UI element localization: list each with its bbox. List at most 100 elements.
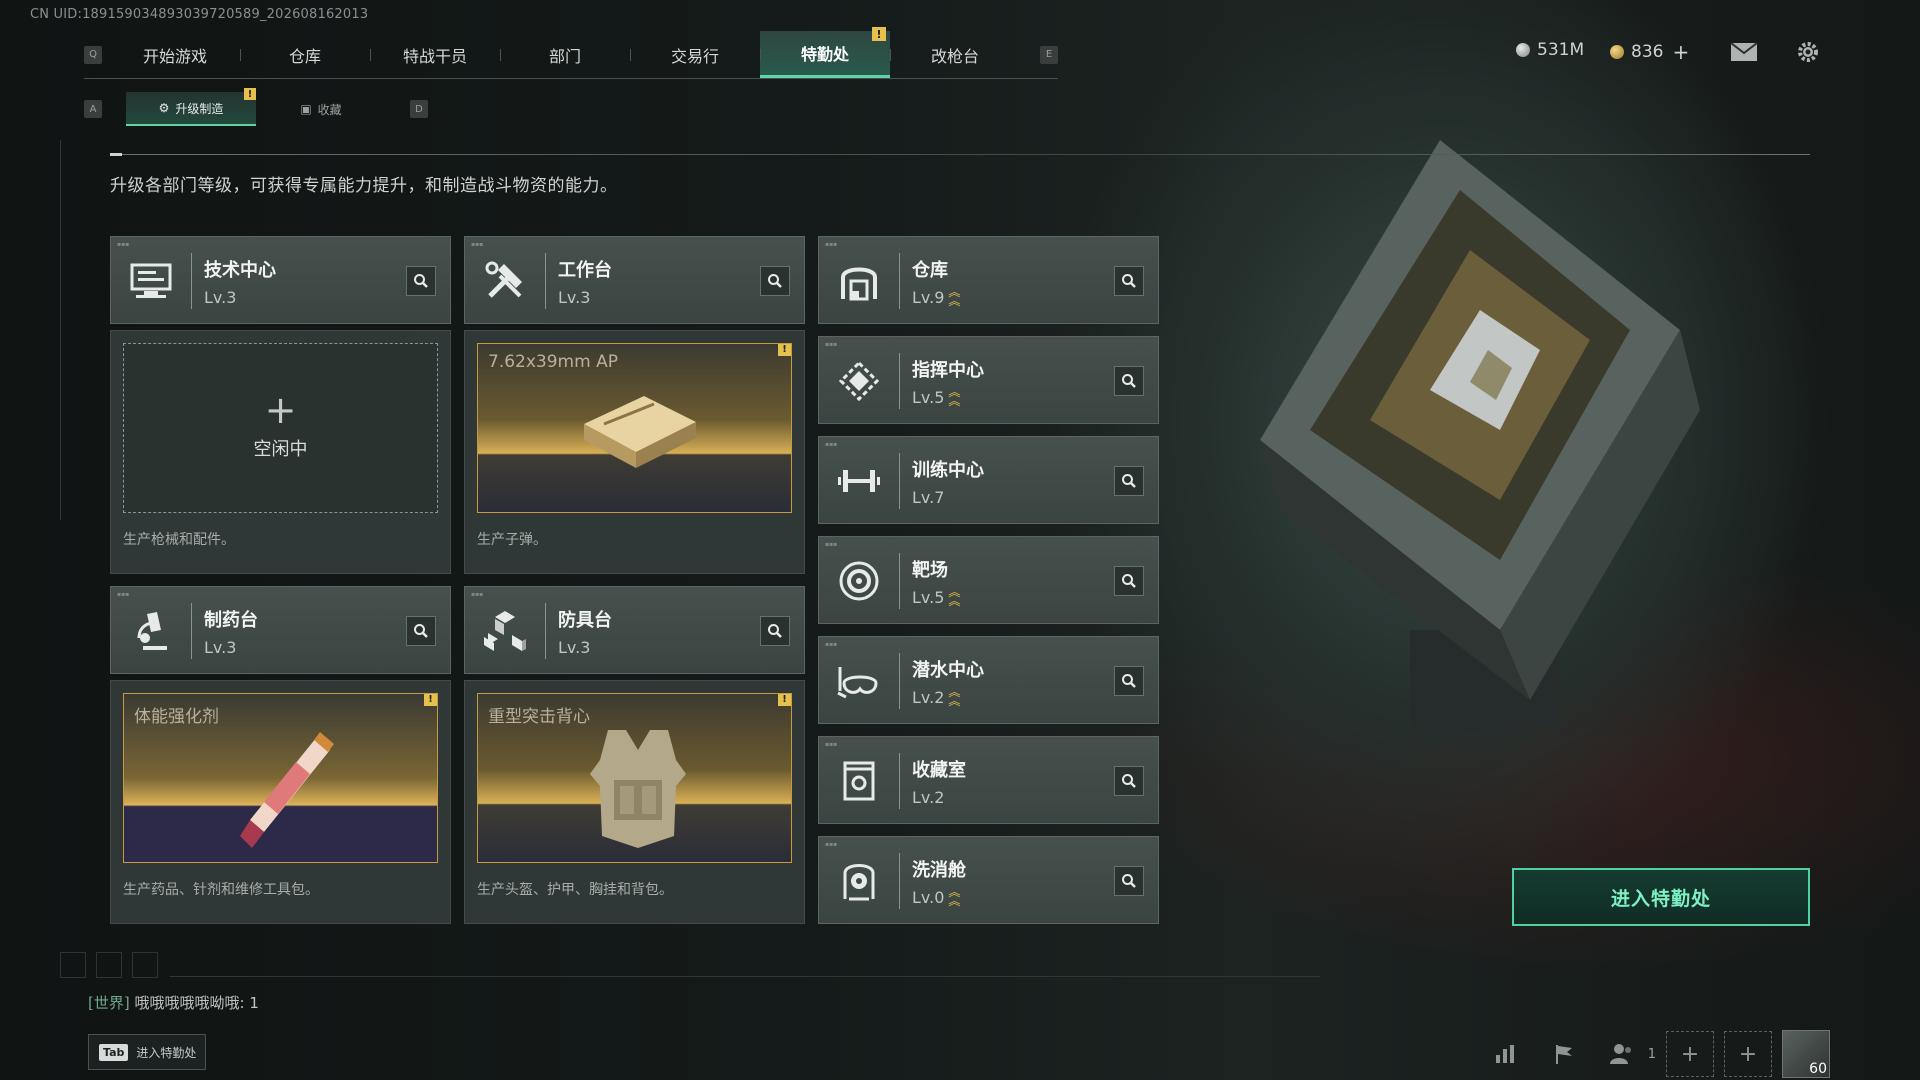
chat-line[interactable]: [世界] 哦哦哦哦哦呦哦: 1	[88, 992, 259, 1013]
search-icon[interactable]	[1114, 366, 1144, 396]
tab-collection-label: 收藏	[317, 102, 342, 117]
collection-icon	[819, 737, 899, 825]
upgrade-available-icon: ︽ ︽	[948, 885, 961, 908]
crafting-item-name: 体能强化剂	[134, 707, 219, 727]
sub-nav: A ⚙ 升级制造 ▣ 收藏 D	[84, 88, 428, 126]
search-icon[interactable]	[1114, 266, 1144, 296]
craft-panel-armor: 重型突击背心 ! 生产头盔、护甲、胸挂和背包。	[464, 680, 805, 924]
module-description: 生产子弹。	[477, 532, 547, 548]
add-slot-icon[interactable]: +	[1724, 1031, 1772, 1077]
ammo-box-icon	[584, 396, 696, 468]
subnav-key-hint-right: D	[410, 100, 428, 118]
command-icon	[819, 337, 899, 425]
facility-card[interactable]: ▪▪▪ 训练中心 Lv.7	[818, 436, 1159, 524]
tab-warehouse[interactable]: 仓库	[240, 31, 370, 78]
search-icon[interactable]	[760, 616, 790, 646]
computer-icon	[111, 237, 191, 325]
tab-trading[interactable]: 交易行	[630, 31, 760, 78]
craft-slot-stim[interactable]: 体能强化剂 !	[123, 693, 438, 863]
stats-chart-icon[interactable]	[1482, 1031, 1530, 1077]
search-icon[interactable]	[1114, 766, 1144, 796]
silver-currency: 531M	[1516, 40, 1584, 60]
alert-flag-icon: !	[778, 694, 791, 706]
module-card-pharmacy[interactable]: ▪▪▪ 制药台 Lv.3	[110, 586, 451, 674]
facility-card[interactable]: ▪▪▪ 收藏室 Lv.2	[818, 736, 1159, 824]
tools-icon	[465, 237, 545, 325]
enter-special-ops-button[interactable]: 进入特勤处	[1512, 868, 1810, 926]
facility-card[interactable]: ▪▪▪ 靶场 Lv.5 ︽ ︽	[818, 536, 1159, 624]
craft-panel-tech-center: + 空闲中 生产枪械和配件。	[110, 330, 451, 574]
silver-amount: 531M	[1537, 40, 1585, 60]
player-level: 60	[1809, 1061, 1827, 1077]
craft-panel-workbench: 7.62x39mm AP ! 生产子弹。	[464, 330, 805, 574]
module-card-tech-center[interactable]: ▪▪▪ 技术中心 Lv.3	[110, 236, 451, 324]
craft-panel-pharmacy: 体能强化剂 ! 生产药品、针剂和维修工具包。	[110, 680, 451, 924]
squad-count: 1	[1647, 1046, 1656, 1062]
dumbbell-icon	[819, 437, 899, 525]
upgrade-available-icon: ︽ ︽	[948, 685, 961, 708]
chat-message: 哦哦哦哦哦呦哦: 1	[134, 994, 259, 1012]
search-icon[interactable]	[406, 616, 436, 646]
module-description: 生产头盔、护甲、胸挂和背包。	[477, 882, 673, 898]
gold-currency[interactable]: 836 +	[1610, 40, 1689, 64]
alert-flag-icon: !	[424, 694, 437, 706]
subnav-key-hint-left: A	[84, 100, 102, 118]
gold-coin-icon	[1610, 45, 1624, 59]
decontamination-icon	[819, 837, 899, 925]
flag-icon[interactable]	[1540, 1031, 1588, 1077]
alert-flag-icon: !	[778, 344, 791, 356]
squad-icon[interactable]	[1598, 1031, 1646, 1077]
decorative-edge-line	[60, 140, 61, 520]
module-card-armor[interactable]: ▪▪▪ 防具台 Lv.3	[464, 586, 805, 674]
player-avatar[interactable]: 60	[1782, 1030, 1830, 1078]
tab-hint-button[interactable]: Tab 进入特勤处	[88, 1034, 206, 1070]
facility-card[interactable]: ▪▪▪ 仓库 Lv.9 ︽ ︽	[818, 236, 1159, 324]
tab-department[interactable]: 部门	[500, 31, 630, 78]
tab-upgrade-craft[interactable]: ⚙ 升级制造	[126, 88, 256, 126]
facility-card[interactable]: ▪▪▪ 洗消舱 Lv.0 ︽ ︽	[818, 836, 1159, 924]
mail-icon[interactable]	[1730, 38, 1758, 66]
storage-icon	[819, 237, 899, 325]
add-plus-icon: +	[264, 388, 297, 432]
tab-special-ops[interactable]: 特勤处	[760, 27, 890, 78]
settings-gear-icon[interactable]	[1794, 38, 1822, 66]
tab-collection[interactable]: ▣ 收藏	[256, 92, 386, 126]
decorative-bottom-line	[170, 976, 1320, 977]
tab-operators[interactable]: 特战干员	[370, 31, 500, 78]
search-icon[interactable]	[406, 266, 436, 296]
tab-upgrade-craft-label: 升级制造	[175, 101, 224, 116]
upgrade-gear-icon: ⚙	[158, 101, 170, 115]
add-currency-icon[interactable]: +	[1672, 40, 1689, 64]
craft-slot-ammo[interactable]: 7.62x39mm AP !	[477, 343, 792, 513]
tab-gunsmith[interactable]: 改枪台	[890, 31, 1020, 78]
crafting-item-name: 7.62x39mm AP	[488, 352, 618, 372]
bottom-toolbar: 1 + + 60	[1482, 1030, 1830, 1078]
search-icon[interactable]	[760, 266, 790, 296]
header-divider	[110, 153, 1810, 156]
collection-small-icon: ▣	[300, 102, 312, 116]
facility-card[interactable]: ▪▪▪ 指挥中心 Lv.5 ︽ ︽	[818, 336, 1159, 424]
module-description: 生产枪械和配件。	[123, 532, 235, 548]
search-icon[interactable]	[1114, 466, 1144, 496]
tab-key-label: Tab	[99, 1043, 129, 1061]
search-icon[interactable]	[1114, 566, 1144, 596]
upgrade-available-icon: ︽ ︽	[948, 385, 961, 408]
silver-coin-icon	[1516, 43, 1530, 57]
module-card-workbench[interactable]: ▪▪▪ 工作台 Lv.3	[464, 236, 805, 324]
gold-amount: 836	[1631, 42, 1664, 62]
craft-slot-empty[interactable]: + 空闲中	[123, 343, 438, 513]
add-slot-icon[interactable]: +	[1666, 1031, 1714, 1077]
crafting-item-name: 重型突击背心	[488, 707, 590, 727]
main-nav: Q 开始游戏 仓库 特战干员 部门 交易行 特勤处 改枪台 E	[84, 27, 1058, 79]
diving-mask-icon	[819, 637, 899, 725]
search-icon[interactable]	[1114, 666, 1144, 696]
tab-start-game[interactable]: 开始游戏	[110, 31, 240, 78]
module-description: 生产药品、针剂和维修工具包。	[123, 882, 319, 898]
reactor-cube-illustration	[1260, 140, 1700, 730]
search-icon[interactable]	[1114, 866, 1144, 896]
craft-slot-vest[interactable]: 重型突击背心 !	[477, 693, 792, 863]
facility-card[interactable]: ▪▪▪ 潜水中心 Lv.2 ︽ ︽	[818, 636, 1159, 724]
decorative-grid	[60, 952, 158, 978]
tab-hint-label: 进入特勤处	[136, 1045, 197, 1060]
chat-channel: [世界]	[88, 994, 130, 1012]
